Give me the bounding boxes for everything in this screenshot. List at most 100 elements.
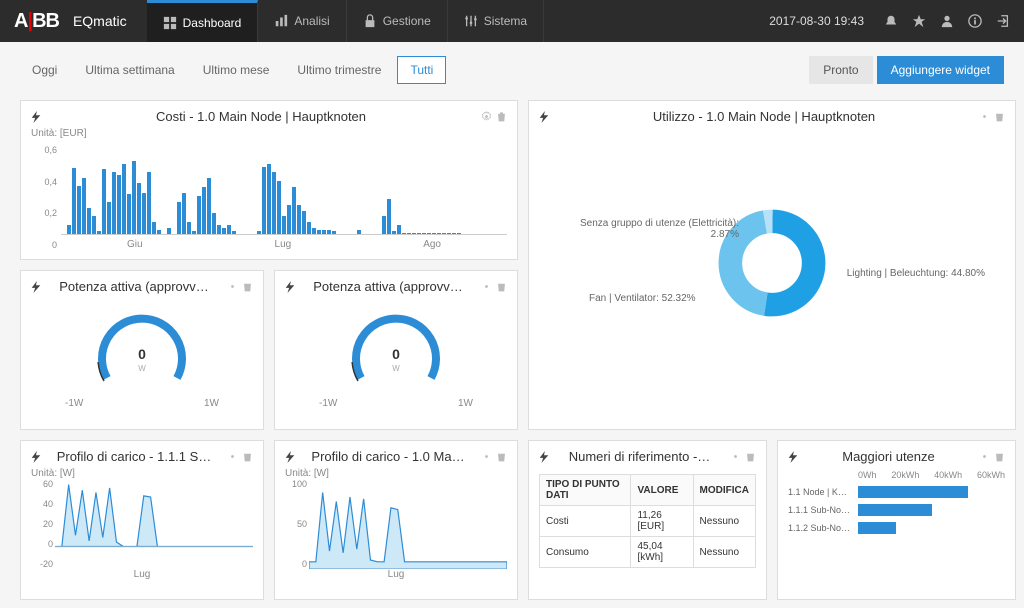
nav-right: 2017-08-30 19:43	[755, 14, 1024, 28]
gauge: 0 W	[31, 298, 253, 398]
hbar-row: 1.1.1 Sub-No…	[788, 504, 1005, 516]
add-widget-button[interactable]: Aggiungere widget	[877, 56, 1004, 84]
gear-icon[interactable]	[979, 111, 990, 122]
widget-potenza-2: Potenza attiva (approvv… 0 W -1W 1W	[274, 270, 518, 430]
donut-chart: Senza gruppo di utenze (Elettricità):2.8…	[539, 128, 1005, 398]
trash-icon[interactable]	[496, 451, 507, 462]
hbar-row: 1.1.2 Sub-No…	[788, 522, 1005, 534]
info-icon[interactable]	[968, 14, 982, 28]
svg-text:W: W	[138, 364, 146, 373]
bolt-icon	[31, 281, 41, 293]
bar-chart	[61, 145, 507, 235]
star-icon[interactable]	[912, 14, 926, 28]
bolt-icon	[285, 451, 295, 463]
widget-title: Costi - 1.0 Main Node | Hauptknoten	[47, 109, 475, 124]
gear-icon[interactable]	[481, 111, 492, 122]
gear-icon[interactable]	[730, 451, 741, 462]
trash-icon[interactable]	[496, 281, 507, 292]
widget-costi: Costi - 1.0 Main Node | Hauptknoten Unit…	[20, 100, 518, 260]
widget-title: Maggiori utenze	[804, 449, 973, 464]
hbar-chart: 1.1 Node | K… 1.1.1 Sub-No… 1.1.2 Sub-No…	[788, 486, 1005, 534]
gauge-min: -1W	[319, 398, 337, 409]
logout-icon[interactable]	[996, 14, 1010, 28]
brand-logo: A|BB	[0, 10, 73, 33]
unit-label: Unità: [EUR]	[31, 128, 507, 139]
widget-title: Numeri di riferimento -…	[555, 449, 724, 464]
top-nav: A|BB EQmatic Dashboard Analisi Gestione …	[0, 0, 1024, 42]
area-chart: 60 40 20 0 -20	[55, 479, 253, 569]
svg-text:0: 0	[138, 346, 146, 362]
svg-text:W: W	[392, 364, 400, 373]
gear-icon[interactable]	[227, 451, 238, 462]
trash-icon[interactable]	[496, 111, 507, 122]
hbar-row: 1.1 Node | K…	[788, 486, 1005, 498]
nav-label: Dashboard	[183, 16, 242, 30]
widget-potenza-1: Potenza attiva (approvv… 0 W -1W 1W	[20, 270, 264, 430]
data-table: TIPO DI PUNTO DATI VALORE MODIFICA Costi…	[539, 474, 756, 568]
gauge-min: -1W	[65, 398, 83, 409]
widget-utilizzo: Utilizzo - 1.0 Main Node | Hauptknoten S…	[528, 100, 1016, 430]
bolt-icon	[539, 451, 549, 463]
dashboard-icon	[163, 16, 177, 30]
lock-icon	[363, 14, 377, 28]
unit-label: Unità: [W]	[285, 468, 507, 479]
widget-title: Utilizzo - 1.0 Main Node | Hauptknoten	[555, 109, 973, 124]
trash-icon[interactable]	[242, 281, 253, 292]
ready-button[interactable]: Pronto	[809, 56, 872, 84]
x-label: Lug	[31, 569, 253, 580]
nav-sistema[interactable]: Sistema	[448, 0, 544, 42]
nav-gestione[interactable]: Gestione	[347, 0, 448, 42]
bolt-icon	[285, 281, 295, 293]
y-axis: 0,6 0,4 0,2 0	[35, 145, 57, 250]
gear-icon[interactable]	[481, 451, 492, 462]
nav-analisi[interactable]: Analisi	[258, 0, 346, 42]
widget-title: Profilo di carico - 1.0 Ma…	[301, 449, 475, 464]
widget-maggiori: Maggiori utenze 0Wh 20kWh 40kWh 60kWh 1.…	[777, 440, 1016, 600]
period-oggi[interactable]: Oggi	[20, 57, 69, 83]
unit-label: Unità: [W]	[31, 468, 253, 479]
slice-label-lighting: Lighting | Beleuchtung: 44.80%	[847, 268, 985, 279]
slice-label-fan: Fan | Ventilator: 52.32%	[589, 293, 696, 304]
trash-icon[interactable]	[242, 451, 253, 462]
bolt-icon	[31, 451, 41, 463]
widget-title: Profilo di carico - 1.1.1 S…	[47, 449, 221, 464]
area-chart: 100 50 0	[309, 479, 507, 569]
bolt-icon	[31, 111, 41, 123]
widget-grid: Costi - 1.0 Main Node | Hauptknoten Unit…	[0, 92, 1024, 608]
trash-icon[interactable]	[994, 111, 1005, 122]
product-name: EQmatic	[73, 13, 147, 29]
widget-title: Potenza attiva (approvv…	[47, 279, 221, 294]
hbar-axis: 0Wh 20kWh 40kWh 60kWh	[788, 468, 1005, 486]
x-axis: Giu Lug Ago	[61, 235, 507, 250]
period-ultimo-trimestre[interactable]: Ultimo trimestre	[285, 57, 393, 83]
gauge-max: 1W	[204, 398, 219, 409]
period-tutti[interactable]: Tutti	[397, 56, 446, 84]
gear-icon[interactable]	[481, 281, 492, 292]
x-label: Lug	[285, 569, 507, 580]
gauge: 0 W	[285, 298, 507, 398]
svg-text:0: 0	[392, 346, 400, 362]
period-ultima-settimana[interactable]: Ultima settimana	[73, 57, 186, 83]
col-modifica: MODIFICA	[693, 475, 755, 506]
sliders-icon	[464, 14, 478, 28]
trash-icon[interactable]	[745, 451, 756, 462]
table-scroll[interactable]: TIPO DI PUNTO DATI VALORE MODIFICA Costi…	[539, 468, 756, 578]
slice-label-senza: Senza gruppo di utenze (Elettricità):2.8…	[579, 218, 739, 240]
bolt-icon	[539, 111, 549, 123]
widget-profilo-1: Profilo di carico - 1.1.1 S… Unità: [W] …	[20, 440, 264, 600]
nav-dashboard[interactable]: Dashboard	[147, 0, 259, 42]
nav-label: Sistema	[484, 14, 527, 28]
col-tipo: TIPO DI PUNTO DATI	[540, 475, 631, 506]
gear-icon[interactable]	[227, 281, 238, 292]
nav-label: Gestione	[383, 14, 431, 28]
nav-datetime: 2017-08-30 19:43	[769, 14, 870, 28]
nav-label: Analisi	[294, 14, 329, 28]
trash-icon[interactable]	[994, 451, 1005, 462]
period-toolbar: Oggi Ultima settimana Ultimo mese Ultimo…	[0, 42, 1024, 92]
gear-icon[interactable]	[979, 451, 990, 462]
bell-icon[interactable]	[884, 14, 898, 28]
table-row: Consumo 45,04 [kWh] Nessuno	[540, 537, 756, 568]
widget-numeri: Numeri di riferimento -… TIPO DI PUNTO D…	[528, 440, 767, 600]
user-icon[interactable]	[940, 14, 954, 28]
period-ultimo-mese[interactable]: Ultimo mese	[191, 57, 282, 83]
